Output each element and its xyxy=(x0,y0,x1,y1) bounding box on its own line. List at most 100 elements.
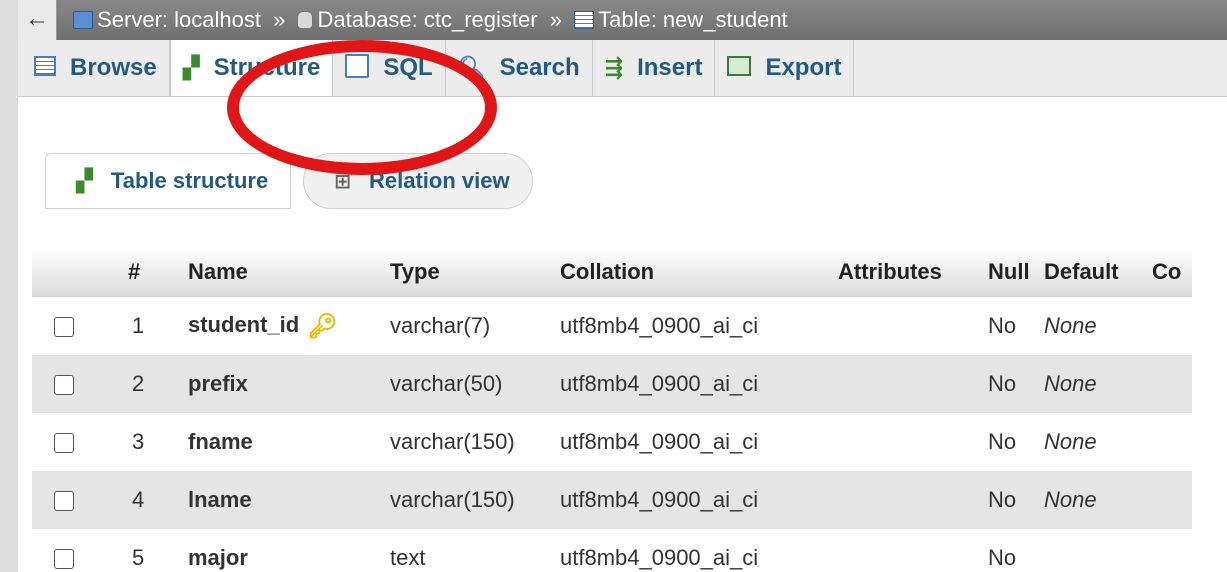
structure-icon: ▞ xyxy=(76,168,93,193)
column-comments xyxy=(1152,296,1192,355)
column-type: text xyxy=(390,529,560,572)
row-checkbox-cell xyxy=(32,529,128,572)
column-collation: utf8mb4_0900_ai_ci xyxy=(560,355,838,413)
column-null: No xyxy=(988,413,1044,471)
structure-icon: ▞ xyxy=(182,55,200,80)
tab-search-label: Search xyxy=(499,54,580,81)
column-comments xyxy=(1152,355,1192,413)
column-type: varchar(150) xyxy=(390,413,560,471)
column-name: major xyxy=(188,529,390,572)
server-icon xyxy=(73,11,94,29)
tab-browse[interactable]: Browse xyxy=(18,40,170,96)
structure-table: # Name Type Collation Attributes Null De… xyxy=(32,248,1192,572)
column-null: No xyxy=(988,355,1044,413)
tab-structure[interactable]: ▞ Structure xyxy=(169,40,334,96)
breadcrumb-table[interactable]: Table: new_student xyxy=(574,0,788,40)
table-icon xyxy=(574,11,595,29)
header-null: Null xyxy=(988,248,1044,297)
row-checkbox[interactable] xyxy=(54,549,74,570)
sql-icon xyxy=(345,54,370,78)
primary-key-icon: 🔑︎ xyxy=(307,312,338,340)
table-row: 5 major text utf8mb4_0900_ai_ci No xyxy=(32,529,1192,572)
row-checkbox[interactable] xyxy=(54,433,74,454)
header-type: Type xyxy=(390,248,560,297)
tab-sql[interactable]: SQL xyxy=(333,40,446,96)
row-checkbox-cell xyxy=(32,471,128,529)
row-checkbox-cell xyxy=(32,296,128,355)
column-null: No xyxy=(988,471,1044,529)
phpmyadmin-window: ← Server: localhost » Database: ctc_regi… xyxy=(18,0,1227,572)
column-attributes xyxy=(838,471,988,529)
subtab-relation-view[interactable]: ⊞ Relation view xyxy=(303,153,533,209)
table-row: 3 fname varchar(150) utf8mb4_0900_ai_ci … xyxy=(32,413,1192,471)
row-checkbox[interactable] xyxy=(54,491,74,512)
tab-insert-label: Insert xyxy=(637,54,703,81)
header-name[interactable]: Name xyxy=(188,248,390,297)
column-attributes xyxy=(838,355,988,413)
column-name: lname xyxy=(188,471,390,529)
search-icon: 🔍︎ xyxy=(457,55,486,80)
column-attributes xyxy=(838,413,988,471)
breadcrumb-database[interactable]: Database: ctc_register xyxy=(297,0,538,40)
column-comments xyxy=(1152,471,1192,529)
table-row: 4 lname varchar(150) utf8mb4_0900_ai_ci … xyxy=(32,471,1192,529)
column-name-label: student_id xyxy=(188,311,300,337)
column-type: varchar(7) xyxy=(390,296,560,355)
row-number: 1 xyxy=(128,296,188,355)
row-checkbox-cell xyxy=(32,413,128,471)
column-null: No xyxy=(988,529,1044,572)
browse-icon xyxy=(34,56,56,76)
breadcrumb-separator: » xyxy=(273,7,286,32)
column-name: fname xyxy=(188,413,390,471)
subtab-relation-view-label: Relation view xyxy=(369,168,510,193)
row-number: 2 xyxy=(128,355,188,413)
table-row: 2 prefix varchar(50) utf8mb4_0900_ai_ci … xyxy=(32,355,1192,413)
header-attributes: Attributes xyxy=(838,248,988,297)
breadcrumb-server-label: Server: localhost xyxy=(97,7,261,32)
column-default: None xyxy=(1044,413,1152,471)
column-comments xyxy=(1152,529,1192,572)
insert-icon: ⇶ xyxy=(604,55,624,80)
header-number: # xyxy=(128,248,188,297)
column-type: varchar(50) xyxy=(390,355,560,413)
breadcrumb-separator: » xyxy=(549,7,562,32)
column-collation: utf8mb4_0900_ai_ci xyxy=(560,413,838,471)
tab-browse-label: Browse xyxy=(70,54,157,81)
breadcrumb-table-label: Table: new_student xyxy=(598,7,788,32)
relation-icon: ⊞ xyxy=(334,171,351,193)
structure-subtabs: ▞ Table structure ⊞ Relation view xyxy=(45,153,533,209)
column-collation: utf8mb4_0900_ai_ci xyxy=(560,471,838,529)
header-default: Default xyxy=(1044,248,1152,297)
tab-search[interactable]: 🔍︎ Search xyxy=(446,40,593,96)
tab-sql-label: SQL xyxy=(383,54,433,81)
breadcrumb: ← Server: localhost » Database: ctc_regi… xyxy=(18,0,1227,40)
column-name: student_id 🔑︎ xyxy=(188,296,390,355)
header-collation: Collation xyxy=(560,248,838,297)
subtab-table-structure[interactable]: ▞ Table structure xyxy=(45,153,292,209)
back-arrow-icon[interactable]: ← xyxy=(18,0,57,40)
row-checkbox[interactable] xyxy=(54,317,74,338)
row-checkbox[interactable] xyxy=(54,375,74,396)
row-number: 5 xyxy=(128,529,188,572)
column-collation: utf8mb4_0900_ai_ci xyxy=(560,529,838,572)
breadcrumb-server[interactable]: Server: localhost xyxy=(73,0,261,40)
row-checkbox-cell xyxy=(32,355,128,413)
tab-export[interactable]: Export xyxy=(715,40,855,96)
column-collation: utf8mb4_0900_ai_ci xyxy=(560,296,838,355)
column-comments xyxy=(1152,413,1192,471)
breadcrumb-database-label: Database: ctc_register xyxy=(317,7,538,32)
subtab-table-structure-label: Table structure xyxy=(110,168,269,193)
header-checkbox-col xyxy=(32,248,128,297)
table-header-row: # Name Type Collation Attributes Null De… xyxy=(32,248,1192,297)
tab-structure-label: Structure xyxy=(213,54,321,81)
column-default xyxy=(1044,529,1152,572)
table-row: 1 student_id 🔑︎ varchar(7) utf8mb4_0900_a… xyxy=(32,296,1192,355)
row-number: 4 xyxy=(128,471,188,529)
column-default: None xyxy=(1044,471,1152,529)
header-comments: Co xyxy=(1152,248,1192,297)
column-null: No xyxy=(988,296,1044,355)
row-number: 3 xyxy=(128,413,188,471)
tab-insert[interactable]: ⇶ Insert xyxy=(593,40,716,96)
column-attributes xyxy=(838,296,988,355)
column-name: prefix xyxy=(188,355,390,413)
